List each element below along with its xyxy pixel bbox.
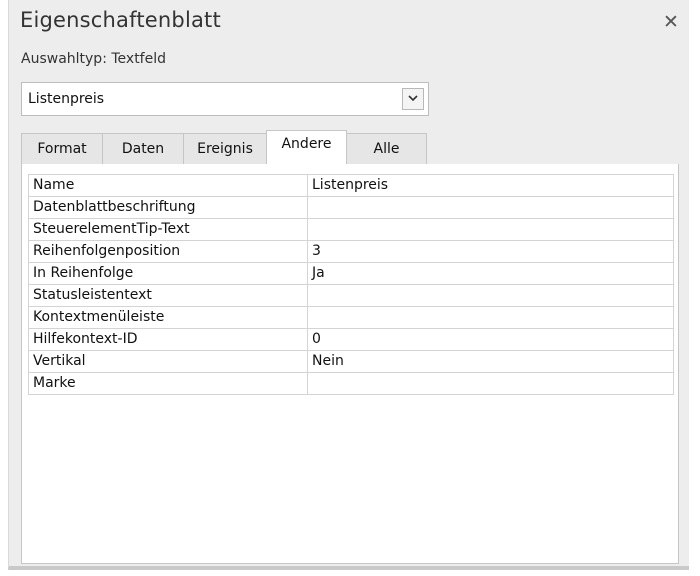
property-name: Reihenfolgenposition xyxy=(28,240,308,263)
property-row[interactable]: Datenblattbeschriftung xyxy=(28,196,674,219)
property-name: Statusleistentext xyxy=(28,284,308,307)
object-selector-dropdown[interactable]: Listenpreis xyxy=(21,82,429,116)
property-row[interactable]: Vertikal Nein xyxy=(28,350,674,373)
property-value[interactable] xyxy=(307,284,674,307)
property-name: Marke xyxy=(28,372,308,395)
property-row[interactable]: SteuerelementTip-Text xyxy=(28,218,674,241)
tab-ereignis[interactable]: Ereignis xyxy=(183,133,267,164)
property-value[interactable]: Ja xyxy=(307,262,674,285)
tab-content-andere: Name Listenpreis Datenblattbeschriftung … xyxy=(21,164,679,564)
tab-format[interactable]: Format xyxy=(21,133,103,164)
pane-title: Eigenschaftenblatt xyxy=(20,8,221,32)
property-row[interactable]: Kontextmenüleiste xyxy=(28,306,674,329)
tab-strip: Format Daten Ereignis Andere Alle xyxy=(21,130,679,165)
tab-alle[interactable]: Alle xyxy=(346,133,427,164)
property-row[interactable]: Name Listenpreis xyxy=(28,174,674,197)
property-value[interactable] xyxy=(307,372,674,395)
property-sheet-pane: Eigenschaftenblatt ✕ Auswahltyp: Textfel… xyxy=(8,0,689,570)
property-value[interactable]: 0 xyxy=(307,328,674,351)
dropdown-button[interactable] xyxy=(402,88,424,110)
property-name: In Reihenfolge xyxy=(28,262,308,285)
property-name: Vertikal xyxy=(28,350,308,373)
tab-daten[interactable]: Daten xyxy=(102,133,184,164)
property-value[interactable] xyxy=(307,306,674,329)
property-grid: Name Listenpreis Datenblattbeschriftung … xyxy=(28,174,674,395)
tab-andere[interactable]: Andere xyxy=(266,130,347,165)
property-value[interactable] xyxy=(307,218,674,241)
property-name: Hilfekontext-ID xyxy=(28,328,308,351)
chevron-down-icon xyxy=(408,95,418,102)
property-row[interactable]: In Reihenfolge Ja xyxy=(28,262,674,285)
property-name: SteuerelementTip-Text xyxy=(28,218,308,241)
object-selector-value: Listenpreis xyxy=(28,91,105,107)
property-name: Kontextmenüleiste xyxy=(28,306,308,329)
selection-type-label: Auswahltyp: Textfeld xyxy=(21,51,166,67)
close-icon[interactable]: ✕ xyxy=(661,12,681,32)
property-value[interactable] xyxy=(307,196,674,219)
property-name: Datenblattbeschriftung xyxy=(28,196,308,219)
property-row[interactable]: Marke xyxy=(28,372,674,395)
property-name: Name xyxy=(28,174,308,197)
property-row[interactable]: Hilfekontext-ID 0 xyxy=(28,328,674,351)
property-value[interactable]: Nein xyxy=(307,350,674,373)
property-row[interactable]: Statusleistentext xyxy=(28,284,674,307)
property-row[interactable]: Reihenfolgenposition 3 xyxy=(28,240,674,263)
property-value[interactable]: Listenpreis xyxy=(307,174,674,197)
property-value[interactable]: 3 xyxy=(307,240,674,263)
